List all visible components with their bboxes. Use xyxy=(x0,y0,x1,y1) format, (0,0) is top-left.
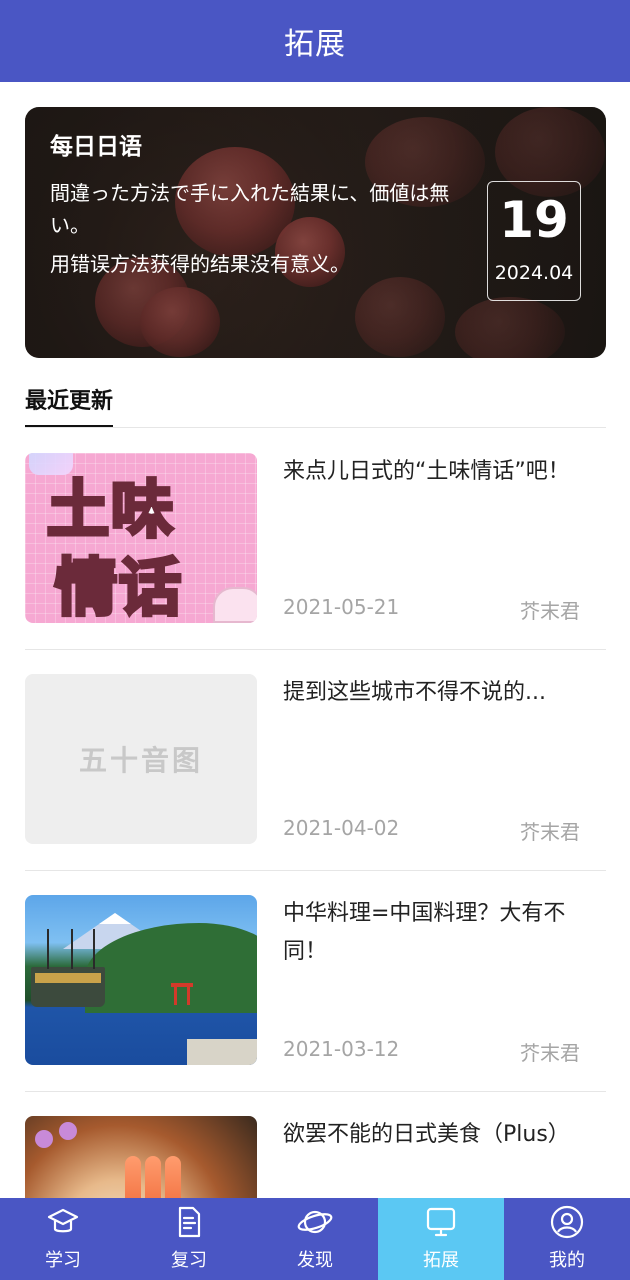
date-box: 19 2024.04 xyxy=(487,181,581,301)
nav-study[interactable]: 学习 xyxy=(0,1198,126,1280)
article-thumbnail xyxy=(25,895,257,1065)
decorative-shape xyxy=(213,587,257,623)
tab-recent-updates[interactable]: 最近更新 xyxy=(25,383,114,427)
daily-chinese-translation: 用错误方法获得的结果没有意义。 xyxy=(50,252,350,276)
article-date: 2021-03-12 xyxy=(283,1037,400,1061)
article-item[interactable]: 五十音图 提到这些城市不得不说的... 2021-04-02 芥末君 xyxy=(25,650,606,871)
top-bar: 拓展 xyxy=(0,0,630,82)
ship-mast xyxy=(47,929,49,969)
article-author: 芥末君 xyxy=(520,1041,580,1065)
food-decoration xyxy=(59,1122,77,1140)
article-title: 提到这些城市不得不说的... xyxy=(283,680,546,705)
graduation-cap-icon xyxy=(47,1208,79,1233)
planet-icon xyxy=(297,1210,333,1234)
daily-title: 每日日语 xyxy=(50,134,142,160)
article-date: 2021-05-21 xyxy=(283,595,400,619)
daily-japanese-card[interactable]: 每日日语 間違った方法で手に入れた結果に、価値は無い。 用错误方法获得的结果没有… xyxy=(25,107,606,358)
thumbnail-text: 土味 xyxy=(45,471,176,548)
article-thumbnail: 五十音图 xyxy=(25,674,257,844)
article-title: 来点儿日式的“土味情话”吧！ xyxy=(283,459,570,484)
user-circle-icon xyxy=(550,1205,584,1239)
date-year-month: 2024.04 xyxy=(494,262,574,284)
ship-deck xyxy=(35,973,101,983)
page-title: 拓展 xyxy=(284,27,346,62)
torii-gate-shape xyxy=(171,983,193,1005)
food-decoration xyxy=(35,1130,53,1148)
ship-mast xyxy=(71,929,73,969)
document-icon xyxy=(178,1206,201,1238)
nav-mine[interactable]: 我的 xyxy=(504,1198,630,1280)
article-date: 2021-04-02 xyxy=(283,816,400,840)
daily-japanese-sentence: 間違った方法で手に入れた結果に、価値は無い。 xyxy=(50,181,450,237)
article-author: 芥末君 xyxy=(520,599,580,623)
article-thumbnail: 土味 情话 xyxy=(25,453,257,623)
ship-mast xyxy=(93,929,95,969)
pier-shape xyxy=(187,1039,257,1065)
nav-expand[interactable]: 拓展 xyxy=(378,1198,504,1280)
snowcap-shape xyxy=(99,913,131,924)
bottom-navigation: 学习 复习 发现 拓展 我的 xyxy=(0,1198,630,1280)
nav-label: 我的 xyxy=(549,1250,585,1271)
article-item[interactable]: 土味 情话 来点儿日式的“土味情话”吧！ 2021-05-21 芥末君 xyxy=(25,429,606,650)
nav-label: 发现 xyxy=(297,1250,333,1271)
nav-label: 学习 xyxy=(45,1250,81,1271)
nav-discover[interactable]: 发现 xyxy=(252,1198,378,1280)
nav-label: 拓展 xyxy=(423,1250,459,1271)
thumbnail-text: 情话 xyxy=(53,549,184,623)
date-day: 19 xyxy=(499,191,569,249)
article-author: 芥末君 xyxy=(520,820,580,844)
nav-review[interactable]: 复习 xyxy=(126,1198,252,1280)
article-title: 欲罢不能的日式美食（Plus） xyxy=(283,1122,570,1147)
article-item[interactable]: 中华料理=中国料理？大有不同！ 2021-03-12 芥末君 xyxy=(25,871,606,1092)
monitor-icon xyxy=(426,1207,456,1237)
nav-label: 复习 xyxy=(171,1250,207,1271)
recent-updates-header: 最近更新 xyxy=(25,383,606,428)
article-title: 中华料理=中国料理？大有不同！ xyxy=(283,901,566,964)
thumbnail-placeholder-text: 五十音图 xyxy=(78,744,203,777)
ship-shape xyxy=(31,929,105,1007)
